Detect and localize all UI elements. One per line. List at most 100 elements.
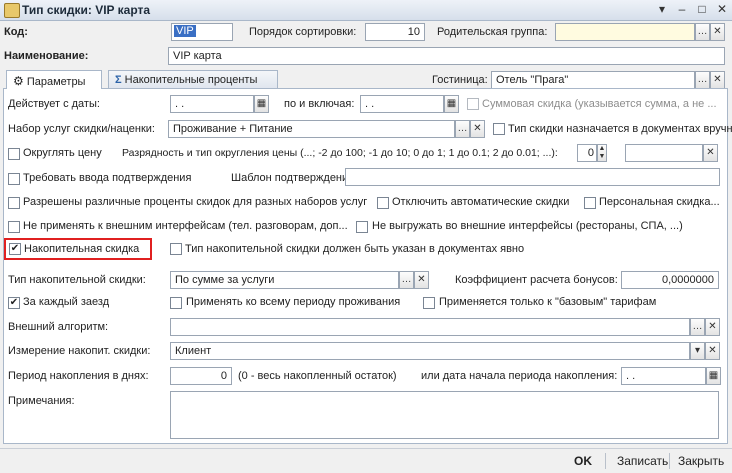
type-in-docs-label: Тип скидки назначается в документах вруч…	[508, 123, 732, 135]
rounding-label: Разрядность и тип округления цены (...; …	[122, 147, 558, 159]
no-unload-checkbox[interactable]	[356, 221, 368, 233]
title-bar: Тип скидки: VIP карта ▾ – □ ✕	[0, 0, 732, 21]
maximize-icon[interactable]: □	[692, 2, 712, 17]
diff-percents-checkbox[interactable]	[8, 197, 20, 209]
sort-label: Порядок сортировки:	[249, 26, 357, 38]
services-field[interactable]: Проживание + Питание	[168, 120, 455, 138]
dimension-clear-icon[interactable]: ✕	[705, 342, 720, 360]
no-external-checkbox[interactable]	[8, 221, 20, 233]
personal-checkbox[interactable]	[584, 197, 596, 209]
dimension-dropdown-icon[interactable]: ▾	[690, 342, 705, 360]
gear-icon: ⚙	[13, 74, 24, 88]
sum-discount-label: Суммовая скидка (указывается сумма, а не…	[482, 98, 717, 110]
parent-group-field[interactable]	[555, 23, 695, 41]
cum-type-select-button[interactable]: …	[399, 271, 414, 289]
notes-field[interactable]	[170, 391, 719, 439]
each-stay-label: За каждый заезд	[23, 296, 110, 308]
ext-algo-clear-icon[interactable]: ✕	[705, 318, 720, 336]
to-date-label: по и включая:	[284, 98, 355, 110]
rounding-type-field[interactable]	[625, 144, 703, 162]
round-price-checkbox[interactable]	[8, 148, 20, 160]
diff-percents-label: Разрешены различные проценты скидок для …	[23, 196, 368, 208]
rounding-field[interactable]: 0	[577, 144, 597, 162]
tab-cumulative-label: Накопительные проценты	[124, 74, 258, 86]
cumulative-checkbox[interactable]: ✔	[9, 243, 21, 255]
name-label: Наименование:	[4, 50, 89, 62]
notes-label: Примечания:	[8, 395, 75, 407]
sigma-icon: Σ	[115, 74, 122, 86]
require-confirm-label: Требовать ввода подтверждения	[23, 172, 192, 184]
cumulative-type-in-docs-checkbox[interactable]	[170, 243, 182, 255]
close-window-icon[interactable]: ✕	[712, 2, 732, 17]
window-menu-icon[interactable]: ▾	[652, 2, 672, 17]
cum-type-clear-icon[interactable]: ✕	[414, 271, 429, 289]
cumulative-type-in-docs-label: Тип накопительной скидки должен быть ука…	[185, 243, 525, 255]
period-note: (0 - весь накопленный остаток)	[238, 370, 397, 382]
each-stay-checkbox[interactable]: ✔	[8, 297, 20, 309]
code-value: VIP	[174, 25, 196, 37]
hotel-select-button[interactable]: …	[695, 71, 710, 89]
cum-type-field[interactable]: По сумме за услуги	[170, 271, 399, 289]
services-select-button[interactable]: …	[455, 120, 470, 138]
period-days-label: Период накопления в днях:	[8, 370, 149, 382]
footer-divider	[669, 453, 670, 469]
save-button[interactable]: Записать	[617, 453, 668, 470]
cum-type-label: Тип накопительной скидки:	[8, 274, 146, 286]
parent-clear-icon[interactable]: ✕	[710, 23, 725, 41]
period-days-field[interactable]: 0	[170, 367, 232, 385]
tab-cumulative-percents[interactable]: Σ Накопительные проценты	[108, 70, 278, 89]
sort-field[interactable]: 10	[365, 23, 425, 41]
dimension-field[interactable]: Клиент	[170, 342, 690, 360]
footer-divider	[605, 453, 606, 469]
personal-label: Персональная скидка...	[599, 196, 720, 208]
calendar-icon[interactable]: ▦	[706, 367, 721, 385]
disable-auto-checkbox[interactable]	[377, 197, 389, 209]
disable-auto-label: Отключить автоматические скидки	[392, 196, 570, 208]
parent-group-label: Родительская группа:	[437, 26, 548, 38]
base-rates-label: Применяется только к "базовым" тарифам	[439, 296, 657, 308]
footer-bar: OK Записать Закрыть	[0, 448, 732, 473]
tab-parameters-label: Параметры	[26, 76, 86, 88]
code-label: Код:	[4, 26, 28, 38]
whole-period-checkbox[interactable]	[170, 297, 182, 309]
base-rates-checkbox[interactable]	[423, 297, 435, 309]
ok-button[interactable]: OK	[574, 453, 592, 470]
cumulative-label: Накопительная скидка	[24, 243, 140, 255]
no-external-label: Не применять к внешним интерфейсам (тел.…	[23, 220, 348, 232]
period-start-label: или дата начала периода накопления:	[421, 370, 618, 382]
no-unload-label: Не выгружать во внешние интерфейсы (рест…	[372, 220, 683, 232]
hotel-field[interactable]: Отель "Прага"	[491, 71, 695, 89]
whole-period-label: Применять ко всему периоду проживания	[186, 296, 401, 308]
name-field[interactable]: VIP карта	[168, 47, 725, 65]
confirm-template-field[interactable]	[345, 168, 720, 186]
ext-algo-label: Внешний алгоритм:	[8, 321, 109, 333]
parent-select-button[interactable]: …	[695, 23, 710, 41]
round-price-label: Округлять цену	[23, 147, 102, 159]
rounding-stepper-icon[interactable]: ▲ ▼	[597, 144, 607, 162]
services-clear-icon[interactable]: ✕	[470, 120, 485, 138]
from-date-field[interactable]: . .	[170, 95, 254, 113]
type-in-docs-checkbox[interactable]	[493, 123, 505, 135]
to-date-field[interactable]: . .	[360, 95, 444, 113]
services-label: Набор услуг скидки/наценки:	[8, 123, 155, 135]
calendar-icon[interactable]: ▦	[254, 95, 269, 113]
code-field[interactable]: VIP	[171, 23, 233, 41]
minimize-icon[interactable]: –	[672, 2, 692, 17]
period-start-field[interactable]: . .	[621, 367, 706, 385]
dimension-label: Измерение накопит. скидки:	[8, 345, 151, 357]
require-confirm-checkbox[interactable]	[8, 173, 20, 185]
hotel-clear-icon[interactable]: ✕	[710, 71, 725, 89]
confirm-template-label: Шаблон подтверждения:	[231, 172, 358, 184]
calendar-icon[interactable]: ▦	[444, 95, 459, 113]
tab-parameters[interactable]: ⚙ Параметры	[6, 70, 102, 89]
app-icon	[4, 3, 20, 18]
window-title: Тип скидки: VIP карта	[22, 3, 151, 17]
bonus-coef-field[interactable]: 0,0000000	[621, 271, 719, 289]
from-date-label: Действует с даты:	[8, 98, 100, 110]
close-button[interactable]: Закрыть	[678, 453, 724, 470]
hotel-label: Гостиница:	[432, 74, 488, 86]
rounding-clear-icon[interactable]: ✕	[703, 144, 718, 162]
ext-algo-field[interactable]	[170, 318, 690, 336]
sum-discount-checkbox[interactable]	[467, 98, 479, 110]
ext-algo-select-button[interactable]: …	[690, 318, 705, 336]
